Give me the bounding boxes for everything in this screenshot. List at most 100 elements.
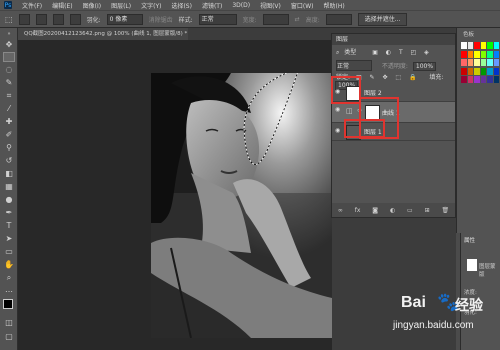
filter-icons[interactable]: ▣ ◐ T ◰ ◈ bbox=[372, 49, 431, 56]
color-swatch[interactable] bbox=[467, 50, 473, 58]
collapse-icon[interactable]: » bbox=[3, 29, 15, 39]
layer-name[interactable]: 图层 2 bbox=[364, 88, 382, 97]
document-tab[interactable]: QQ截图20200412123642.png @ 100% (曲线 1, 图层蒙… bbox=[18, 28, 188, 40]
color-swatch[interactable] bbox=[487, 76, 493, 83]
folder-icon[interactable]: ▭ bbox=[407, 207, 413, 214]
layers-panel-tab[interactable]: 图层 bbox=[332, 34, 455, 45]
color-swatch[interactable] bbox=[474, 76, 480, 83]
new-selection-button[interactable] bbox=[18, 13, 30, 25]
swap-icon[interactable]: ⇄ bbox=[295, 16, 300, 23]
move-tool-icon[interactable]: ✥ bbox=[3, 40, 15, 50]
lasso-tool-icon[interactable]: ◌ bbox=[3, 65, 15, 75]
brush-tool-icon[interactable]: ✐ bbox=[3, 130, 15, 140]
menu-filter[interactable]: 滤镜(T) bbox=[202, 1, 222, 10]
layers-footer: ∞ fx ◙ ◐ ▭ ⊞ 🗑 bbox=[332, 203, 455, 217]
dodge-tool-icon[interactable]: ● bbox=[3, 195, 15, 205]
color-swatch[interactable] bbox=[487, 42, 493, 49]
color-swatch[interactable] bbox=[493, 59, 499, 66]
screen-mode-icon[interactable]: ▢ bbox=[3, 332, 15, 342]
swatches-tab[interactable]: 色板 bbox=[463, 30, 474, 38]
layer-filter-select[interactable]: 类型 bbox=[344, 49, 356, 56]
menu-layer[interactable]: 图层(L) bbox=[111, 1, 131, 10]
color-swatch[interactable] bbox=[474, 42, 480, 49]
rectangle-tool-icon[interactable]: ▭ bbox=[3, 247, 15, 257]
color-swatch[interactable] bbox=[487, 59, 493, 66]
select-and-mask-button[interactable]: 选择并遮住... bbox=[357, 12, 408, 26]
properties-tab[interactable]: 属性 bbox=[464, 236, 475, 244]
opacity-input[interactable]: 100% bbox=[412, 62, 437, 71]
marquee-tool-icon[interactable] bbox=[3, 52, 15, 62]
menu-edit[interactable]: 编辑(E) bbox=[52, 1, 72, 10]
menu-type[interactable]: 文字(Y) bbox=[141, 1, 161, 10]
more-tools-icon[interactable]: … bbox=[3, 285, 15, 295]
color-swatch[interactable] bbox=[467, 67, 473, 75]
color-swatch[interactable] bbox=[493, 76, 499, 83]
quick-select-tool-icon[interactable]: ✎ bbox=[3, 78, 15, 88]
eyedropper-tool-icon[interactable]: ⁄ bbox=[3, 104, 15, 114]
hand-tool-icon[interactable]: ✋ bbox=[3, 260, 15, 270]
zoom-tool-icon[interactable]: ⌕ bbox=[3, 273, 15, 283]
feather-input[interactable]: 0 像素 bbox=[106, 13, 143, 25]
color-swatch[interactable] bbox=[493, 42, 499, 49]
mask-icon[interactable]: ◙ bbox=[372, 207, 378, 214]
color-swatch[interactable] bbox=[480, 67, 486, 75]
color-swatch[interactable] bbox=[480, 76, 486, 83]
foreground-color-swatch[interactable] bbox=[3, 299, 13, 309]
type-tool-icon[interactable]: T bbox=[3, 221, 15, 231]
adjustment-icon[interactable]: ◐ bbox=[390, 207, 395, 214]
color-swatch[interactable] bbox=[474, 59, 480, 66]
color-swatch[interactable] bbox=[461, 59, 467, 66]
visibility-eye-icon[interactable]: ◉ bbox=[335, 107, 341, 113]
healing-tool-icon[interactable]: ✚ bbox=[3, 117, 15, 127]
color-swatch[interactable] bbox=[461, 76, 467, 83]
color-swatch[interactable] bbox=[461, 42, 467, 49]
layer-filter-row: ⌕ 类型 ▣ ◐ T ◰ ◈ bbox=[332, 47, 455, 57]
menu-select[interactable]: 选择(S) bbox=[171, 1, 192, 10]
pen-tool-icon[interactable]: ✒ bbox=[3, 208, 15, 218]
subtract-selection-button[interactable] bbox=[52, 13, 64, 25]
color-swatch[interactable] bbox=[480, 50, 486, 58]
menu-window[interactable]: 窗口(W) bbox=[291, 1, 314, 10]
color-swatch[interactable] bbox=[487, 67, 493, 75]
color-swatch[interactable] bbox=[461, 50, 467, 58]
trash-icon[interactable]: 🗑 bbox=[441, 207, 449, 214]
new-layer-icon[interactable]: ⊞ bbox=[425, 207, 430, 214]
blend-mode-select[interactable]: 正常 bbox=[336, 60, 372, 71]
stamp-tool-icon[interactable]: ⚲ bbox=[3, 143, 15, 153]
color-swatch[interactable] bbox=[480, 42, 486, 49]
color-swatch[interactable] bbox=[493, 50, 499, 58]
fx-icon[interactable]: fx bbox=[355, 207, 361, 214]
path-select-tool-icon[interactable]: ➤ bbox=[3, 234, 15, 244]
width-input[interactable] bbox=[262, 13, 289, 25]
lock-icons[interactable]: ▦ ✎ ✥ ⬚ 🔒 bbox=[356, 74, 420, 81]
antialias-label[interactable]: 消除锯齿 bbox=[149, 15, 173, 24]
color-swatch[interactable] bbox=[474, 67, 480, 75]
eraser-tool-icon[interactable]: ◧ bbox=[3, 169, 15, 179]
visibility-eye-icon[interactable]: ◉ bbox=[335, 128, 341, 134]
color-swatch[interactable] bbox=[474, 50, 480, 58]
menu-view[interactable]: 视图(V) bbox=[260, 1, 281, 10]
color-swatch[interactable] bbox=[480, 59, 486, 66]
menu-3d[interactable]: 3D(D) bbox=[232, 2, 250, 9]
color-swatch[interactable] bbox=[467, 76, 473, 83]
color-swatch[interactable] bbox=[467, 42, 473, 49]
height-input[interactable] bbox=[325, 13, 352, 25]
gradient-tool-icon[interactable]: ▦ bbox=[3, 182, 15, 192]
menu-file[interactable]: 文件(F) bbox=[22, 1, 42, 10]
search-icon[interactable]: ⌕ bbox=[336, 49, 339, 56]
color-swatch[interactable] bbox=[467, 59, 473, 66]
color-swatch[interactable] bbox=[493, 67, 499, 75]
quick-mask-icon[interactable]: ◫ bbox=[3, 318, 15, 328]
marquee-tool-icon[interactable]: ⬚ bbox=[5, 15, 13, 24]
link-icon[interactable]: ∞ bbox=[338, 207, 343, 214]
document-image[interactable] bbox=[151, 73, 332, 338]
add-selection-button[interactable] bbox=[35, 13, 47, 25]
intersect-selection-button[interactable] bbox=[69, 13, 81, 25]
color-swatch[interactable] bbox=[461, 67, 467, 75]
menu-image[interactable]: 图像(I) bbox=[83, 1, 101, 10]
color-swatch[interactable] bbox=[487, 50, 493, 58]
style-select[interactable]: 正常 bbox=[198, 13, 237, 25]
menu-help[interactable]: 帮助(H) bbox=[324, 1, 345, 10]
crop-tool-icon[interactable]: ⌗ bbox=[3, 91, 15, 101]
history-brush-icon[interactable]: ↺ bbox=[3, 156, 15, 166]
